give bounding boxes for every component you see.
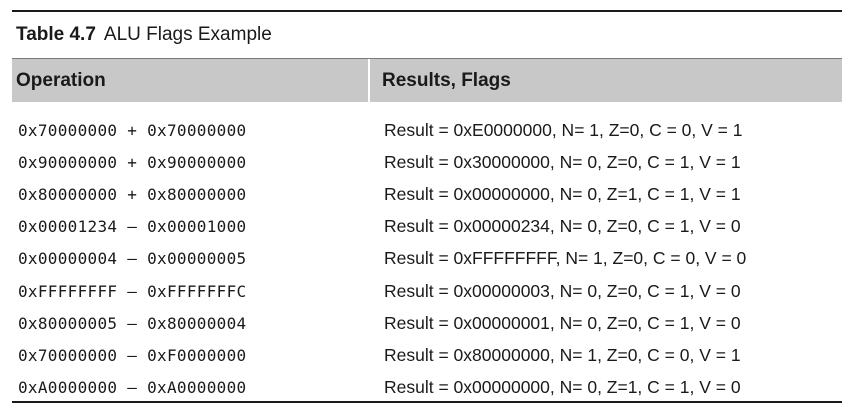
result-cell: Result = 0x00000000, N= 0, Z=1, C = 1, V… [384, 377, 741, 398]
column-header-results: Results, Flags [382, 69, 511, 91]
table-row: 0x80000000 + 0x80000000 Result = 0x00000… [12, 178, 842, 210]
table-row: 0x70000000 + 0x70000000 Result = 0xE0000… [12, 114, 842, 146]
table-body: 0x70000000 + 0x70000000 Result = 0xE0000… [12, 102, 842, 404]
operation-cell: 0x00000004 – 0x00000005 [18, 249, 247, 269]
result-cell: Result = 0x80000000, N= 1, Z=0, C = 0, V… [384, 344, 741, 365]
operation-cell: 0x70000000 + 0x70000000 [18, 120, 247, 140]
operation-cell: 0x70000000 – 0xF0000000 [18, 345, 247, 365]
result-cell: Result = 0x00000234, N= 0, Z=0, C = 1, V… [384, 216, 741, 237]
table-row: 0xA0000000 – 0xA0000000 Result = 0x00000… [12, 372, 842, 404]
result-cell: Result = 0x00000000, N= 0, Z=1, C = 1, V… [384, 183, 741, 204]
column-header-operation: Operation [16, 69, 106, 91]
table-row: 0x80000005 – 0x80000004 Result = 0x00000… [12, 307, 842, 339]
table-caption: Table 4.7 ALU Flags Example [12, 12, 842, 59]
operation-cell: 0x90000000 + 0x90000000 [18, 152, 247, 172]
result-cell: Result = 0x00000003, N= 0, Z=0, C = 1, V… [384, 280, 741, 301]
table-row: 0x00001234 – 0x00001000 Result = 0x00000… [12, 211, 842, 243]
operation-cell: 0x00001234 – 0x00001000 [18, 217, 247, 237]
operation-cell: 0x80000000 + 0x80000000 [18, 184, 247, 204]
result-cell: Result = 0xE0000000, N= 1, Z=0, C = 0, V… [384, 119, 743, 140]
result-cell: Result = 0x30000000, N= 0, Z=0, C = 1, V… [384, 151, 741, 172]
table-header-row: Operation Results, Flags [12, 59, 842, 102]
table-title: ALU Flags Example [103, 24, 272, 45]
result-cell: Result = 0x00000001, N= 0, Z=0, C = 1, V… [384, 312, 741, 333]
operation-cell: 0xFFFFFFFF – 0xFFFFFFFC [18, 281, 247, 301]
table-row: 0x00000004 – 0x00000005 Result = 0xFFFFF… [12, 243, 842, 275]
alu-flags-table: Table 4.7 ALU Flags Example Operation Re… [12, 10, 842, 403]
table-number: Table 4.7 [16, 24, 96, 45]
table-row: 0x90000000 + 0x90000000 Result = 0x30000… [12, 146, 842, 178]
operation-cell: 0x80000005 – 0x80000004 [18, 313, 247, 333]
table-row: 0xFFFFFFFF – 0xFFFFFFFC Result = 0x00000… [12, 275, 842, 307]
table-row: 0x70000000 – 0xF0000000 Result = 0x80000… [12, 339, 842, 371]
operation-cell: 0xA0000000 – 0xA0000000 [18, 378, 247, 398]
result-cell: Result = 0xFFFFFFFF, N= 1, Z=0, C = 0, V… [384, 248, 747, 269]
